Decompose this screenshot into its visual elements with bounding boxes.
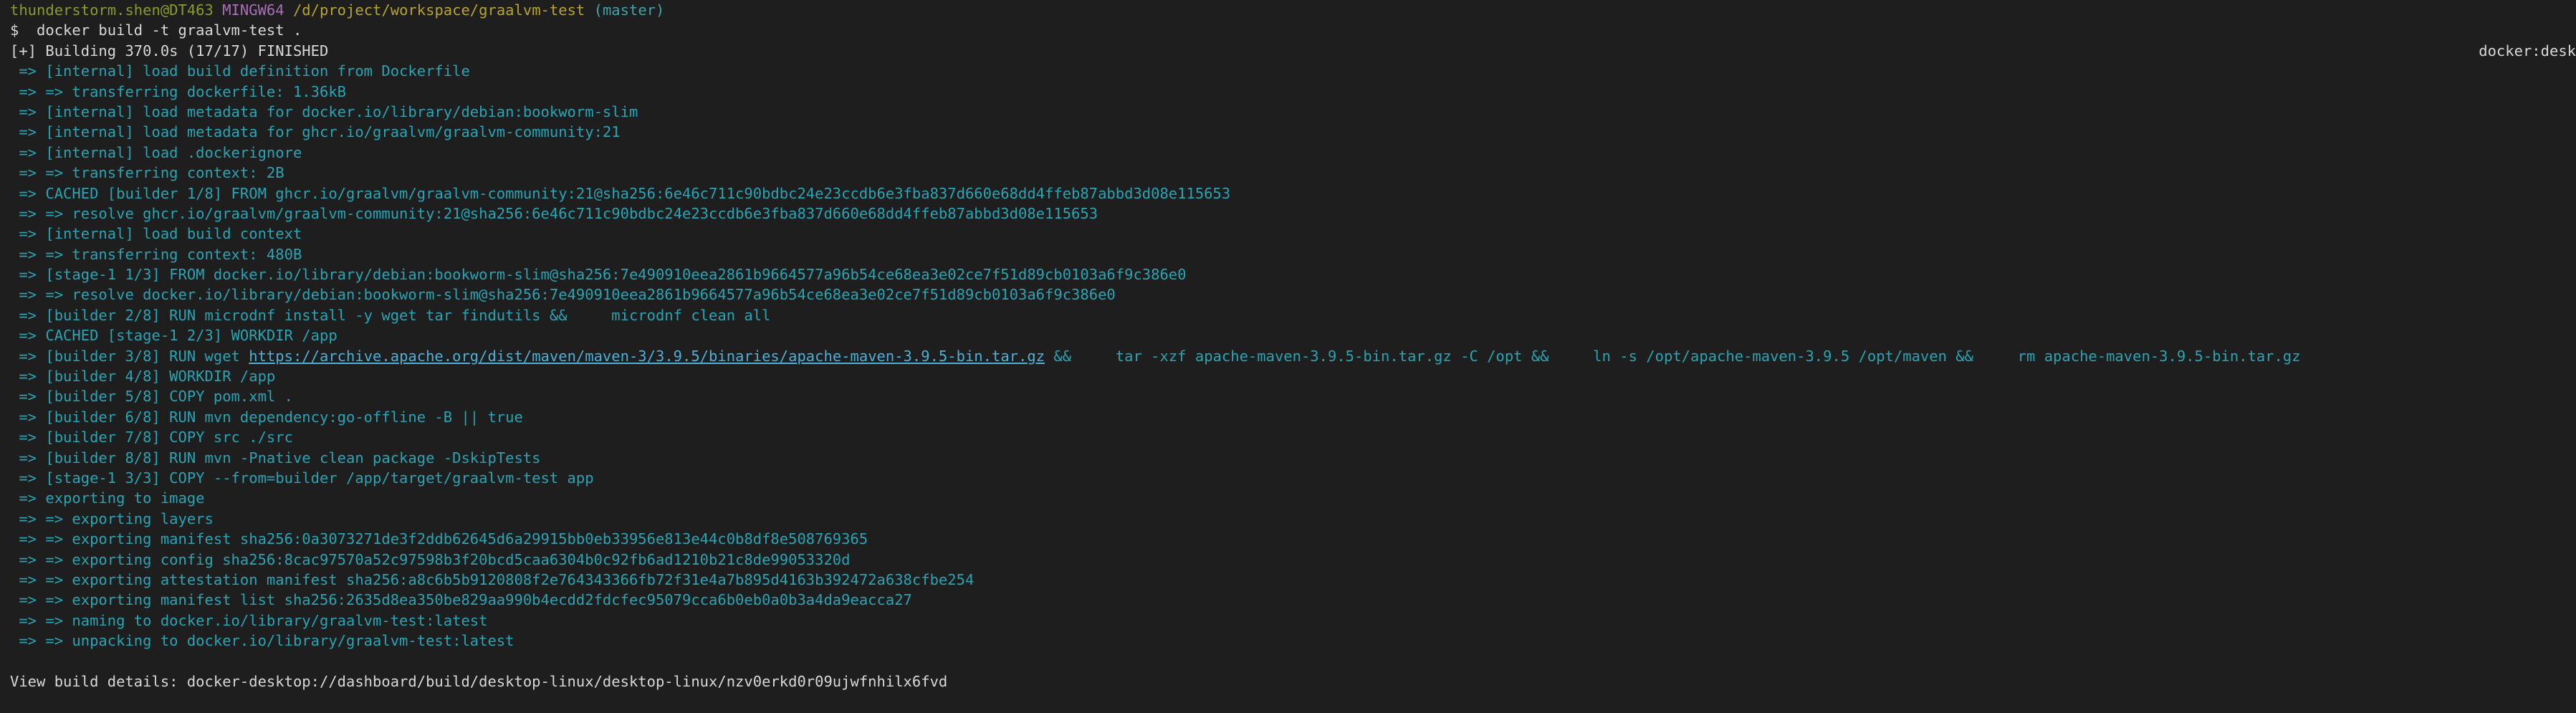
build-step-line: => => transferring context: 480B	[10, 245, 302, 263]
build-step-line: => [builder 2/8] RUN microdnf install -y…	[10, 306, 771, 324]
build-step-line: => => transferring context: 2B	[10, 164, 284, 182]
build-step-line: => [internal] load metadata for ghcr.io/…	[10, 123, 621, 141]
build-step-line: => => exporting attestation manifest sha…	[10, 570, 975, 588]
build-status: [+] Building 370.0s (17/17) FINISHED	[10, 42, 329, 59]
build-step-line: => [internal] load metadata for docker.i…	[10, 102, 638, 120]
build-step-line: => => unpacking to docker.io/library/gra…	[10, 632, 514, 650]
prompt-path: /d/project/workspace/graalvm-test	[292, 1, 585, 19]
build-step-line: => [builder 7/8] COPY src ./src	[10, 429, 293, 446]
build-step-line: => => exporting config sha256:8cac97570a…	[10, 550, 851, 568]
build-step-line: => => naming to docker.io/library/graalv…	[10, 611, 488, 629]
build-step-line: => CACHED [stage-1 2/3] WORKDIR /app	[10, 327, 337, 345]
command-line: $ docker build -t graalvm-test .	[10, 21, 302, 39]
build-step-line: => [builder 3/8] RUN wget https://archiv…	[10, 346, 2576, 366]
build-step-line: => => exporting layers	[10, 509, 214, 527]
build-step-line: => [internal] load build definition from…	[10, 62, 470, 80]
wget-step-suffix: && tar -xzf apache-maven-3.9.5-bin.tar.g…	[1045, 347, 2301, 365]
build-step-line: => [stage-1 3/3] COPY --from=builder /ap…	[10, 469, 594, 487]
build-step-line: => exporting to image	[10, 489, 205, 507]
prompt-branch: (master)	[593, 1, 665, 19]
build-step-line: => [builder 5/8] COPY pom.xml .	[10, 388, 293, 406]
build-step-line: => [stage-1 1/3] FROM docker.io/library/…	[10, 266, 1187, 284]
build-step-line: => [builder 4/8] WORKDIR /app	[10, 368, 276, 386]
build-step-line: => => exporting manifest sha256:0a307327…	[10, 530, 868, 548]
prompt-shell: MINGW64	[222, 1, 284, 19]
build-details-line: View build details: docker-desktop://das…	[10, 672, 948, 690]
build-step-line: => => exporting manifest list sha256:263…	[10, 591, 912, 609]
build-steps-continued: => [builder 4/8] WORKDIR /app => [builde…	[10, 366, 2576, 651]
build-step-line: => => transferring dockerfile: 1.36kB	[10, 82, 346, 100]
maven-download-link[interactable]: https://archive.apache.org/dist/maven/ma…	[249, 348, 1045, 365]
build-step-line: => [internal] load .dockerignore	[10, 143, 302, 161]
build-step-line: => [internal] load build context	[10, 225, 302, 243]
build-step-line: => => resolve ghcr.io/graalvm/graalvm-co…	[10, 204, 1098, 222]
prompt-line: thunderstorm.shen@DT463 MINGW64 /d/proje…	[10, 0, 2576, 20]
docker-driver-label: docker:desk	[2479, 42, 2576, 59]
build-step-line: => [builder 8/8] RUN mvn -Pnative clean …	[10, 449, 541, 466]
build-step-line: => CACHED [builder 1/8] FROM ghcr.io/gra…	[10, 184, 1231, 202]
build-steps: => [internal] load build definition from…	[10, 61, 2576, 345]
build-step-line: => [builder 6/8] RUN mvn dependency:go-o…	[10, 408, 523, 426]
wget-step-prefix: => [builder 3/8] RUN wget	[10, 347, 249, 365]
build-step-line: => => resolve docker.io/library/debian:b…	[10, 286, 1116, 304]
prompt-user-host: thunderstorm.shen@DT463	[10, 1, 214, 19]
terminal-window[interactable]: thunderstorm.shen@DT463 MINGW64 /d/proje…	[0, 0, 2576, 713]
